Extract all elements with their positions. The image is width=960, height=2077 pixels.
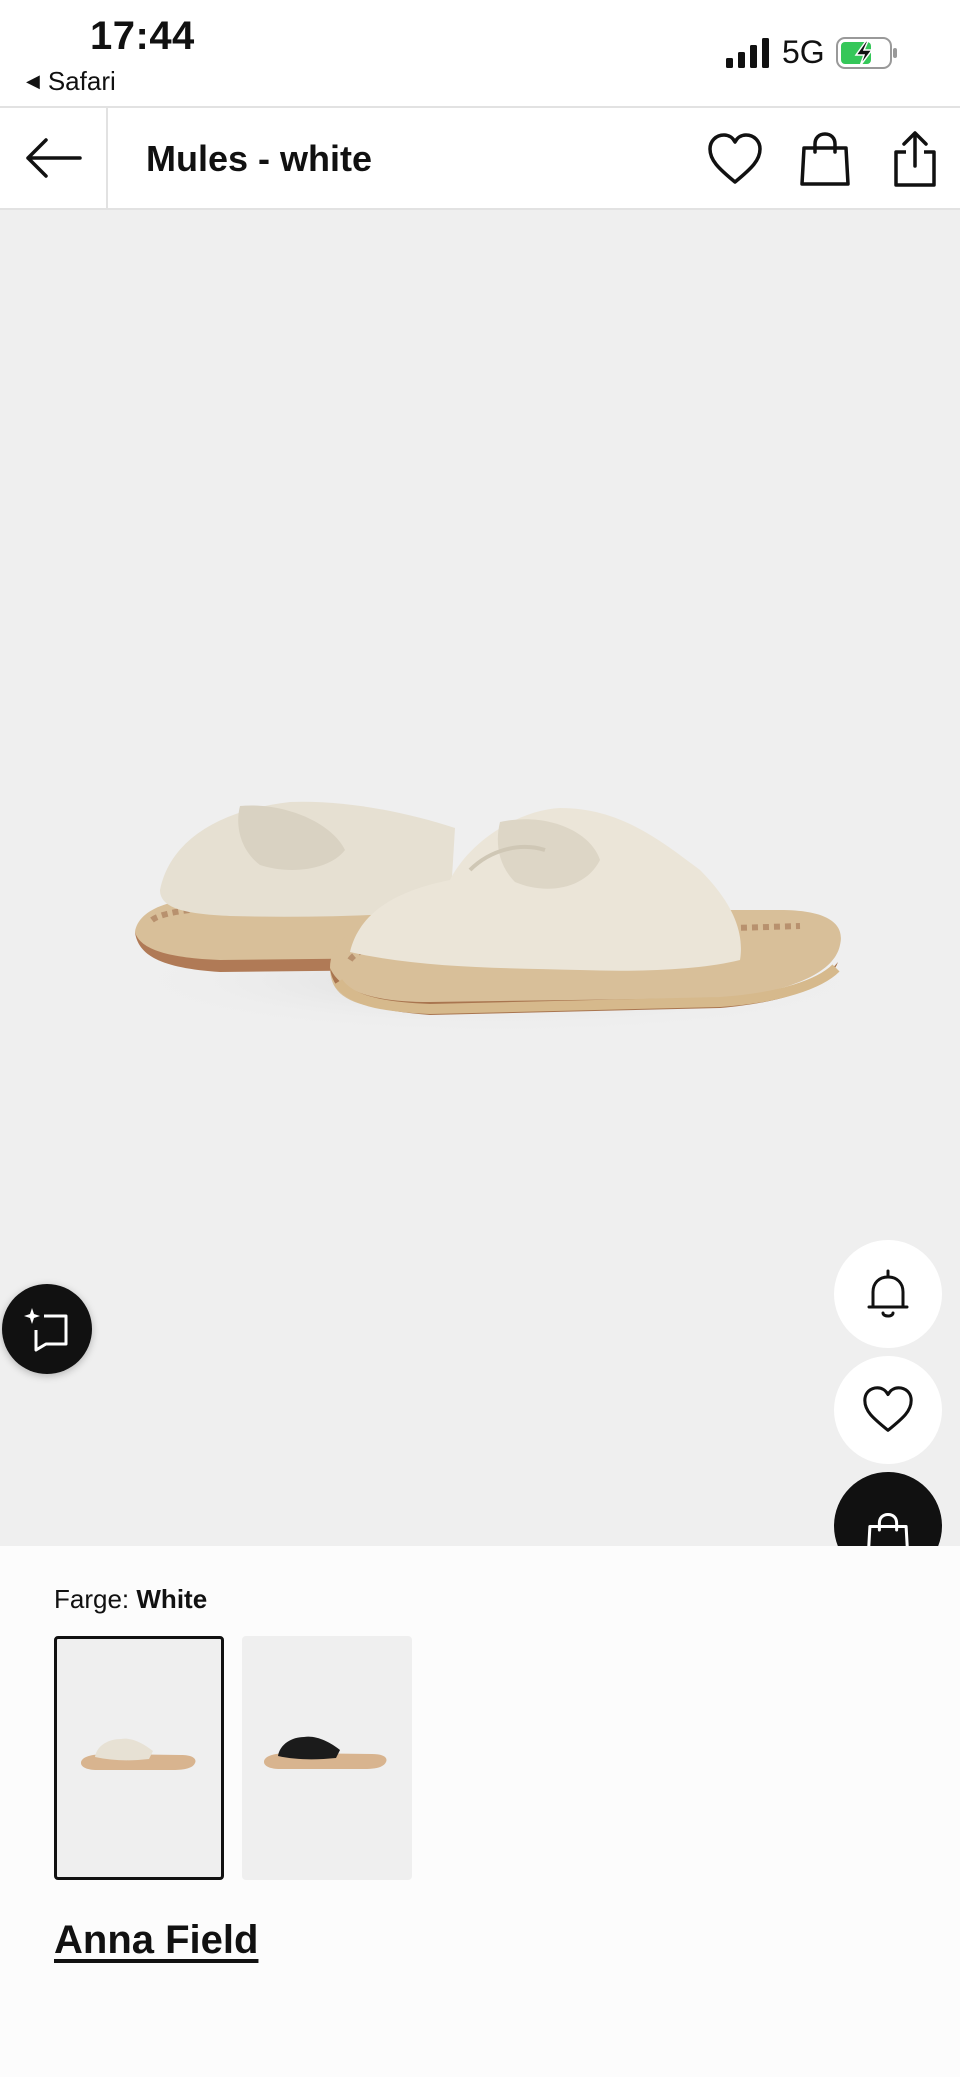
status-time: 17:44 — [90, 14, 195, 58]
color-value: White — [136, 1584, 208, 1614]
back-button[interactable] — [0, 108, 108, 208]
bag-icon — [867, 1512, 909, 1546]
black-sandal-thumbnail — [264, 1736, 387, 1769]
signal-icon — [726, 38, 769, 68]
color-swatch-white[interactable] — [54, 1636, 224, 1880]
white-sandal-thumbnail — [81, 1738, 196, 1770]
back-arrow-icon — [26, 138, 82, 178]
ai-assistant-button[interactable] — [2, 1284, 92, 1374]
network-type: 5G — [782, 34, 825, 70]
share-icon[interactable] — [886, 130, 944, 188]
color-swatch-black[interactable] — [242, 1636, 412, 1880]
sparkle-chat-icon — [24, 1308, 68, 1352]
heart-icon[interactable] — [706, 130, 764, 188]
product-header: Mules - white — [0, 106, 960, 210]
back-triangle-icon: ◀ — [26, 71, 40, 91]
brand-link[interactable]: Anna Field — [54, 1918, 258, 1963]
battery-icon — [836, 37, 897, 69]
status-bar: 17:44 ◀ Safari 5G — [0, 0, 960, 106]
heart-icon — [863, 1386, 913, 1432]
wishlist-button[interactable] — [834, 1356, 942, 1464]
bell-icon — [867, 1269, 909, 1318]
product-photo — [120, 801, 880, 1035]
color-label-prefix: Farge: — [54, 1584, 130, 1614]
notify-bell-button[interactable] — [834, 1240, 942, 1348]
page-title: Mules - white — [146, 138, 373, 179]
bag-icon[interactable] — [796, 130, 854, 188]
back-app-label: Safari — [47, 66, 116, 96]
back-to-app-link[interactable]: ◀ Safari — [26, 66, 116, 97]
product-image[interactable] — [0, 210, 960, 1546]
color-label: Farge: White — [54, 1584, 207, 1615]
